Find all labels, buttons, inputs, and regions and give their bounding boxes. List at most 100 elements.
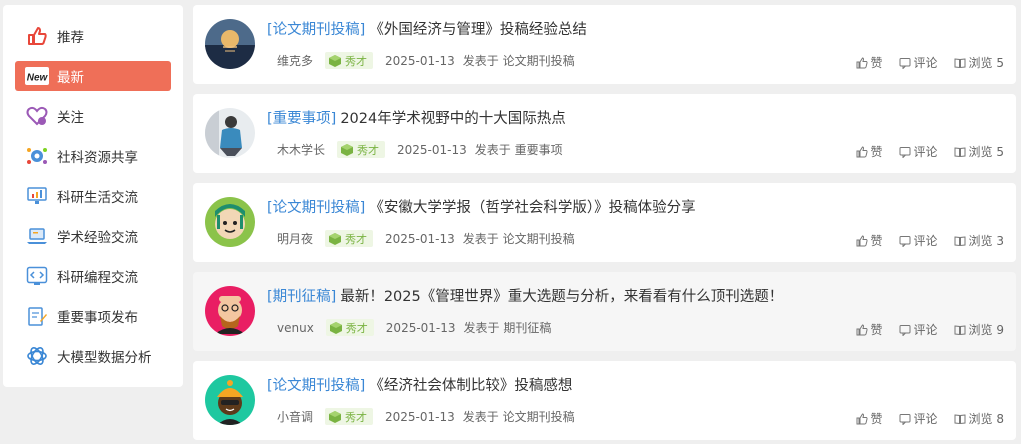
author-name[interactable]: 小音调 — [277, 408, 313, 425]
comment-icon — [899, 235, 911, 247]
avatar[interactable] — [205, 197, 255, 247]
post-title[interactable]: [重要事项] 2024年学术视野中的十大国际热点 — [267, 107, 566, 128]
views-count: 浏览 5 — [954, 143, 1004, 160]
code-icon — [25, 264, 49, 288]
sidebar-item-llm-analysis[interactable]: 大模型数据分析 — [15, 341, 171, 371]
post-item[interactable]: [重要事项] 2024年学术视野中的十大国际热点 木木学长 秀才 2025-01-… — [193, 94, 1016, 173]
thumbs-up-icon — [856, 56, 868, 68]
post-item[interactable]: [论文期刊投稿] 《经济社会体制比较》投稿感想 小音调 秀才 2025-01-13… — [193, 361, 1016, 440]
thumbs-up-icon — [25, 24, 49, 48]
post-title-text[interactable]: 最新！2025《管理世界》重大选题与分析，来看看有什么顶刊选题！ — [340, 289, 783, 305]
post-item[interactable]: [论文期刊投稿] 《安徽大学学报（哲学社会科学版）》投稿体验分享 明月夜 秀才 2… — [193, 183, 1016, 262]
post-title-text[interactable]: 2024年学术视野中的十大国际热点 — [340, 111, 565, 127]
author-name[interactable]: 维克多 — [277, 52, 313, 69]
post-category[interactable]: [期刊征稿] — [267, 289, 336, 305]
like-button[interactable]: 赞 — [856, 321, 883, 338]
comment-label: 评论 — [913, 145, 938, 159]
post-meta: 明月夜 秀才 2025-01-13 发表于 论文期刊投稿 — [277, 230, 575, 247]
like-button[interactable]: 赞 — [856, 410, 883, 427]
comment-label: 评论 — [913, 234, 938, 248]
cube-icon — [341, 143, 354, 156]
avatar[interactable] — [205, 19, 255, 69]
level-badge: 秀才 — [325, 52, 374, 69]
post-item[interactable]: [期刊征稿] 最新！2025《管理世界》重大选题与分析，来看看有什么顶刊选题！ v… — [193, 272, 1016, 351]
post-category[interactable]: [论文期刊投稿] — [267, 378, 365, 394]
post-category[interactable]: [重要事项] — [267, 111, 336, 127]
sidebar-item-label: 重要事项发布 — [57, 310, 138, 326]
new-badge-icon: New — [25, 64, 49, 88]
thumbs-up-icon — [856, 234, 868, 246]
post-title-text[interactable]: 《安徽大学学报（哲学社会科学版）》投稿体验分享 — [369, 200, 695, 216]
sidebar-item-academic-exchange[interactable]: 学术经验交流 — [15, 221, 171, 251]
svg-text:New: New — [27, 73, 49, 84]
sidebar: 推荐 New 最新 关注 社科资源共享 科研生活交流 学术经验交流 科研编程交流… — [3, 5, 183, 387]
post-title[interactable]: [论文期刊投稿] 《安徽大学学报（哲学社会科学版）》投稿体验分享 — [267, 196, 696, 217]
post-title-text[interactable]: 《外国经济与管理》投稿经验总结 — [369, 22, 587, 38]
book-icon — [954, 324, 966, 335]
post-section[interactable]: 发表于 论文期刊投稿 — [463, 230, 575, 247]
book-icon — [954, 413, 966, 424]
views-count: 浏览 3 — [954, 232, 1004, 249]
post-section[interactable]: 发表于 论文期刊投稿 — [463, 408, 575, 425]
post-meta: 木木学长 秀才 2025-01-13 发表于 重要事项 — [277, 141, 563, 158]
post-date: 2025-01-13 — [385, 409, 455, 424]
post-item[interactable]: [论文期刊投稿] 《外国经济与管理》投稿经验总结 维克多 秀才 2025-01-1… — [193, 5, 1016, 84]
views-count: 浏览 9 — [954, 321, 1004, 338]
post-category[interactable]: [论文期刊投稿] — [267, 200, 365, 216]
sidebar-item-label: 学术经验交流 — [57, 230, 138, 246]
author-name[interactable]: venux — [277, 321, 314, 335]
post-date: 2025-01-13 — [397, 142, 467, 157]
post-section[interactable]: 发表于 论文期刊投稿 — [463, 52, 575, 69]
post-date: 2025-01-13 — [385, 320, 456, 335]
post-title[interactable]: [论文期刊投稿] 《经济社会体制比较》投稿感想 — [267, 374, 572, 395]
post-section[interactable]: 发表于 重要事项 — [475, 141, 563, 158]
level-badge: 秀才 — [337, 141, 386, 158]
sidebar-item-programming[interactable]: 科研编程交流 — [15, 261, 171, 291]
thumbs-up-icon — [856, 145, 868, 157]
post-title[interactable]: [论文期刊投稿] 《外国经济与管理》投稿经验总结 — [267, 18, 587, 39]
author-name[interactable]: 明月夜 — [277, 230, 313, 247]
sidebar-item-label: 推荐 — [57, 30, 84, 46]
like-label: 赞 — [870, 412, 883, 426]
comment-button[interactable]: 评论 — [899, 54, 938, 71]
views-label: 浏览 3 — [968, 234, 1004, 248]
sidebar-item-follow[interactable]: 关注 — [15, 101, 171, 131]
avatar[interactable] — [205, 375, 255, 425]
comment-label: 评论 — [913, 412, 938, 426]
post-stats: 赞 评论 浏览 5 — [840, 143, 1004, 160]
post-stats: 赞 评论 浏览 9 — [840, 321, 1004, 338]
sidebar-item-announcements[interactable]: 重要事项发布 — [15, 301, 171, 331]
post-meta: venux 秀才 2025-01-13 发表于 期刊征稿 — [277, 319, 551, 336]
cube-icon — [329, 410, 342, 423]
author-name[interactable]: 木木学长 — [277, 141, 325, 158]
like-button[interactable]: 赞 — [856, 232, 883, 249]
sidebar-item-resource-share[interactable]: 社科资源共享 — [15, 141, 171, 171]
post-section[interactable]: 发表于 期刊征稿 — [464, 319, 552, 336]
heart-icon — [25, 104, 49, 128]
avatar[interactable] — [205, 286, 255, 336]
comment-button[interactable]: 评论 — [899, 321, 938, 338]
comment-button[interactable]: 评论 — [899, 143, 938, 160]
sidebar-item-label: 最新 — [57, 70, 84, 86]
like-button[interactable]: 赞 — [856, 143, 883, 160]
views-label: 浏览 9 — [968, 323, 1004, 337]
level-badge: 秀才 — [325, 408, 374, 425]
avatar[interactable] — [205, 108, 255, 158]
views-count: 浏览 5 — [954, 54, 1004, 71]
post-stats: 赞 评论 浏览 5 — [840, 54, 1004, 71]
thumbs-up-icon — [856, 412, 868, 424]
post-category[interactable]: [论文期刊投稿] — [267, 22, 365, 38]
badge-label: 秀才 — [345, 232, 368, 246]
post-title[interactable]: [期刊征稿] 最新！2025《管理世界》重大选题与分析，来看看有什么顶刊选题！ — [267, 285, 783, 306]
comment-button[interactable]: 评论 — [899, 232, 938, 249]
post-meta: 小音调 秀才 2025-01-13 发表于 论文期刊投稿 — [277, 408, 575, 425]
comment-button[interactable]: 评论 — [899, 410, 938, 427]
sidebar-item-recommend[interactable]: 推荐 — [15, 21, 171, 51]
comment-label: 评论 — [913, 323, 938, 337]
sidebar-item-latest[interactable]: New 最新 — [15, 61, 171, 91]
share-globe-icon — [25, 144, 49, 168]
post-title-text[interactable]: 《经济社会体制比较》投稿感想 — [369, 378, 572, 394]
sidebar-item-research-life[interactable]: 科研生活交流 — [15, 181, 171, 211]
comment-icon — [899, 146, 911, 158]
like-button[interactable]: 赞 — [856, 54, 883, 71]
